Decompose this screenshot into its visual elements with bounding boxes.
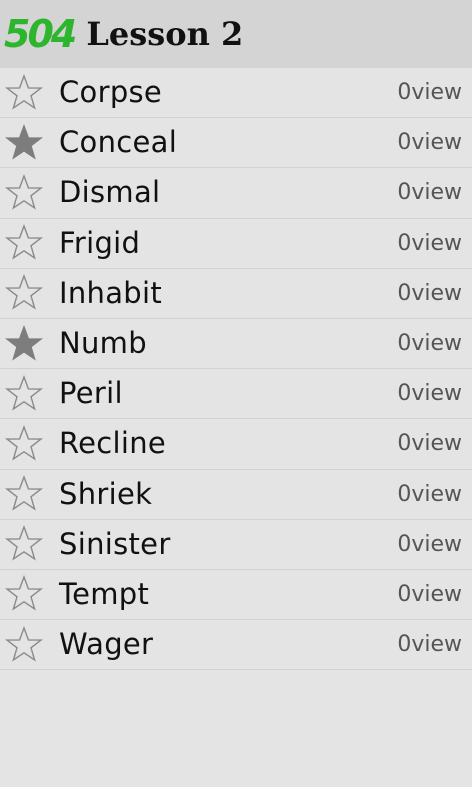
list-item[interactable]: Numb 0view (0, 319, 472, 370)
star-outline-icon[interactable] (4, 424, 44, 464)
view-count: 0view (397, 180, 462, 206)
view-count: 0view (397, 481, 462, 507)
star-outline-icon[interactable] (4, 273, 44, 313)
view-count: 0view (397, 632, 462, 658)
list-item[interactable]: Wager 0view (0, 620, 472, 671)
word-label: Inhabit (59, 275, 163, 310)
word-label: Numb (59, 326, 147, 361)
view-count: 0view (397, 130, 462, 156)
star-outline-icon[interactable] (4, 173, 44, 213)
word-label: Recline (59, 426, 167, 461)
list-item[interactable]: Dismal 0view (0, 168, 472, 219)
word-label: Peril (59, 376, 123, 411)
list-item[interactable]: Shriek 0view (0, 470, 472, 520)
header-bar: 504 Lesson 2 (0, 0, 472, 68)
word-label: Wager (59, 627, 154, 662)
list-item[interactable]: Corpse 0view (0, 68, 472, 119)
word-label: Tempt (59, 576, 150, 611)
view-count: 0view (397, 531, 462, 557)
list-item[interactable]: Inhabit 0view (0, 269, 472, 319)
view-count: 0view (397, 581, 462, 607)
word-label: Shriek (59, 476, 153, 511)
view-count: 0view (397, 331, 462, 357)
view-count: 0view (397, 431, 462, 457)
star-outline-icon[interactable] (4, 574, 44, 614)
app-screen: 504 Lesson 2 Corpse 0view Conceal 0view Dism… (0, 0, 472, 787)
list-item[interactable]: Sinister 0view (0, 520, 472, 570)
word-label: Frigid (59, 225, 141, 260)
word-label: Dismal (59, 175, 161, 210)
word-label: Sinister (59, 526, 171, 561)
app-logo: 504 (4, 12, 77, 56)
list-item[interactable]: Conceal 0view (0, 118, 472, 169)
view-count: 0view (397, 280, 462, 306)
star-outline-icon[interactable] (4, 223, 44, 263)
list-item[interactable]: Frigid 0view (0, 219, 472, 269)
view-count: 0view (397, 230, 462, 256)
word-label: Corpse (59, 75, 163, 110)
list-item[interactable]: Peril 0view (0, 369, 472, 420)
star-outline-icon[interactable] (4, 73, 44, 113)
view-count: 0view (397, 80, 462, 106)
star-outline-icon[interactable] (4, 524, 44, 564)
star-filled-icon[interactable] (4, 324, 44, 364)
view-count: 0view (397, 381, 462, 407)
star-outline-icon[interactable] (4, 374, 44, 414)
star-filled-icon[interactable] (4, 123, 44, 163)
word-list: Corpse 0view Conceal 0view Dismal 0view Frigid… (0, 68, 472, 671)
page-title: Lesson 2 (86, 15, 244, 53)
word-label: Conceal (59, 125, 178, 160)
star-outline-icon[interactable] (4, 474, 44, 514)
list-item[interactable]: Recline 0view (0, 419, 472, 470)
star-outline-icon[interactable] (4, 625, 44, 665)
list-item[interactable]: Tempt 0view (0, 570, 472, 621)
